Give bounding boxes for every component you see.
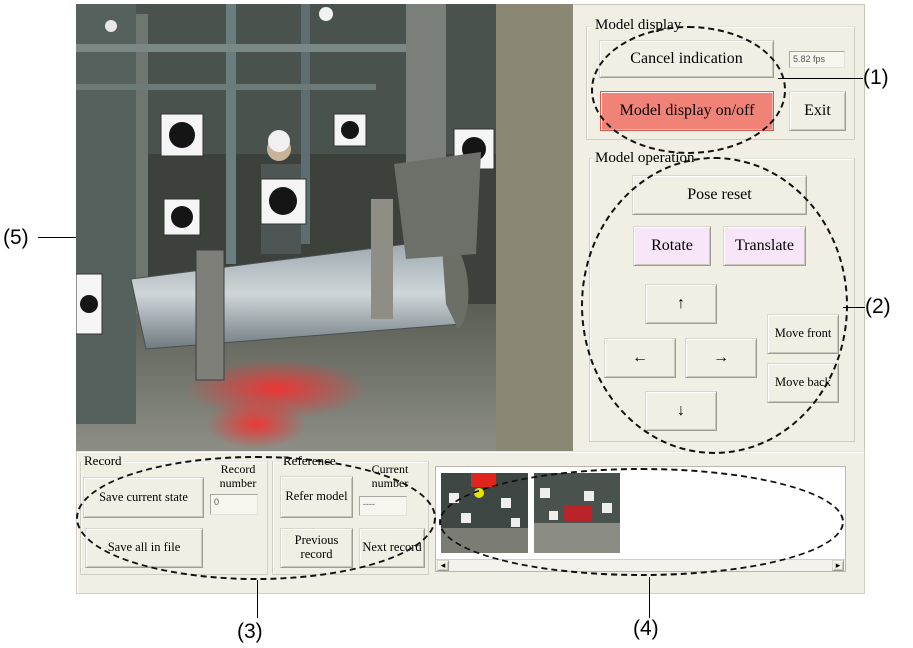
thumbnail-record[interactable] — [534, 473, 620, 553]
move-left-button[interactable]: ← — [604, 338, 676, 378]
leader-line-1 — [778, 78, 863, 79]
reference-title: Reference — [281, 453, 338, 469]
scroll-right-button[interactable]: ▸ — [832, 560, 844, 571]
model-display-title: Model display — [593, 17, 684, 34]
move-back-button[interactable]: Move back — [767, 363, 839, 403]
move-right-button[interactable]: → — [685, 338, 757, 378]
save-all-in-file-button[interactable]: Save all in file — [85, 528, 203, 568]
thumbnail-record[interactable] — [441, 473, 528, 553]
current-number-label: Current number — [371, 462, 409, 490]
rotate-button[interactable]: Rotate — [633, 226, 711, 266]
thumbnail-image — [441, 473, 528, 553]
current-number-field[interactable]: ---- — [359, 496, 407, 516]
callout-label-3: (3) — [237, 620, 263, 643]
thumbnail-image — [534, 473, 620, 553]
callout-label-2: (2) — [865, 295, 891, 318]
leader-line-3 — [257, 580, 258, 618]
fps-display: 5.82 fps — [789, 51, 845, 68]
leader-line-2 — [843, 307, 865, 308]
next-record-button[interactable]: Next record — [359, 528, 425, 568]
refer-model-button[interactable]: Refer model — [280, 476, 353, 518]
leader-line-4 — [649, 577, 650, 618]
cancel-indication-button[interactable]: Cancel indication — [599, 40, 774, 78]
move-up-button[interactable]: ↑ — [645, 284, 717, 324]
ar-scene-image — [76, 4, 573, 451]
callout-label-1: (1) — [863, 66, 889, 89]
previous-record-button[interactable]: Previous record — [280, 528, 353, 568]
move-down-button[interactable]: ↓ — [645, 391, 717, 431]
exit-button[interactable]: Exit — [789, 91, 846, 131]
translate-button[interactable]: Translate — [723, 226, 806, 266]
model-display-toggle-button[interactable]: Model display on/off — [600, 91, 774, 131]
move-front-button[interactable]: Move front — [767, 314, 839, 354]
scroll-left-button[interactable]: ◂ — [437, 560, 449, 571]
save-current-state-button[interactable]: Save current state — [83, 477, 204, 518]
record-title: Record — [82, 453, 124, 469]
camera-viewport[interactable] — [76, 4, 573, 451]
thumbnail-scrollbar[interactable] — [436, 559, 845, 571]
record-number-label: Record number — [219, 462, 257, 490]
callout-label-5: (5) — [3, 226, 29, 249]
record-number-field[interactable]: 0 — [210, 494, 258, 515]
model-operation-title: Model operation — [593, 150, 697, 167]
callout-label-4: (4) — [633, 617, 659, 640]
pose-reset-button[interactable]: Pose reset — [632, 175, 807, 215]
leader-line-5 — [38, 237, 76, 238]
